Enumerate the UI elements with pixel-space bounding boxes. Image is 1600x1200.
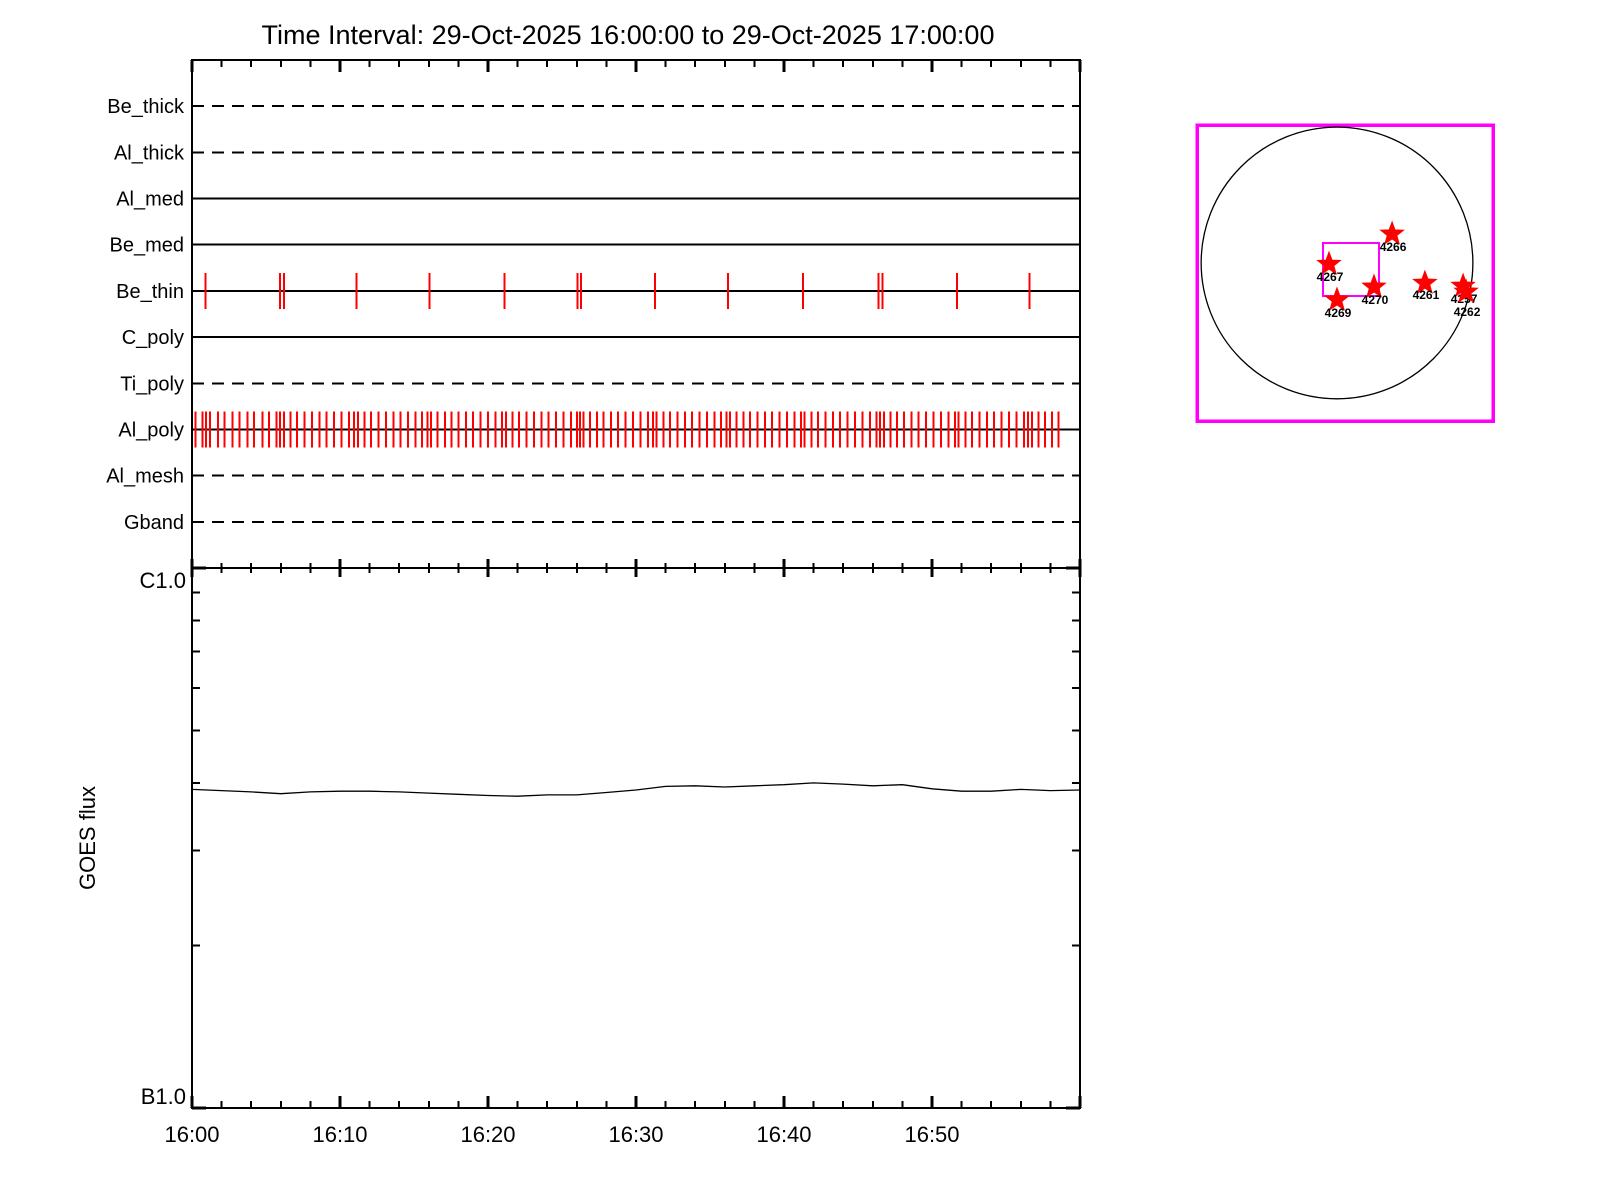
goes-ytick-top-label: C1.0 [140,568,186,593]
filter-label-C_poly: C_poly [122,327,184,349]
time-axis-labels: 16:00 16:10 16:20 16:30 16:40 16:50 [164,1122,959,1147]
filter-row-Al_thick: Al_thick [114,142,1080,164]
active-region-label-4262: 4262 [1454,305,1481,319]
filter-panel-top-axis-ticks [190,60,1082,72]
active-region-4266: 4266 [1379,220,1407,254]
filter-row-Be_thin: Be_thin [116,272,1080,309]
active-region-label-4269: 4269 [1325,306,1352,320]
x-tick-label-16:00: 16:00 [164,1122,219,1147]
filter-label-Al_thick: Al_thick [114,142,185,164]
filter-label-Ti_poly: Ti_poly [120,373,184,395]
filter-row-Al_poly: Al_poly [118,411,1080,448]
goes-axis-ticks [190,559,1082,1110]
x-tick-label-16:40: 16:40 [756,1122,811,1147]
x-tick-label-16:10: 16:10 [312,1122,367,1147]
filter-rows: Be_thick Al_thick Al_med Be_med Be_thin C_pol… [106,96,1080,534]
active-region-4269: 4269 [1324,286,1352,320]
filter-label-Al_mesh: Al_mesh [106,466,184,488]
goes-panel-border [191,567,1081,1109]
active-region-4261: 4261 [1412,269,1440,302]
filter-panel-border [191,59,1081,569]
filter-timeline-panel: Be_thick Al_thick Al_med Be_med Be_thin C_pol… [106,59,1082,569]
filter-label-Be_thin: Be_thin [116,281,184,303]
goes-ytick-bottom-label: B1.0 [141,1084,186,1109]
filter-label-Be_med: Be_med [110,235,185,257]
filter-label-Al_poly: Al_poly [118,419,184,441]
filter-row-C_poly: C_poly [122,327,1080,349]
filter-row-Ti_poly: Ti_poly [120,373,1080,395]
filter-label-Al_med: Al_med [116,189,184,211]
active-region-label-4267: 4267 [1317,270,1344,284]
filter-row-Be_med: Be_med [110,235,1080,257]
active-region-label-4270: 4270 [1362,293,1389,307]
x-tick-label-16:50: 16:50 [904,1122,959,1147]
filter-label-Gband: Gband [124,512,184,534]
filter-row-Al_med: Al_med [116,189,1080,211]
xrt-goes-timeline-figure: Time Interval: 29-Oct-2025 16:00:00 to 2… [75,20,1495,1147]
filter-row-Gband: Gband [124,512,1080,534]
solar-disk-map: 42664267427042694261 42574262 [1195,123,1495,423]
figure-stage: Time Interval: 29-Oct-2025 16:00:00 to 2… [0,0,1600,1200]
x-tick-label-16:20: 16:20 [460,1122,515,1147]
active-region-4270: 4270 [1361,273,1389,307]
filter-label-Be_thick: Be_thick [107,96,185,118]
active-region-4267: 4267 [1316,250,1344,284]
goes-y-axis-title: GOES flux [75,786,100,890]
filter-row-Al_mesh: Al_mesh [106,466,1080,488]
x-tick-label-16:30: 16:30 [608,1122,663,1147]
map-frame-box [1195,123,1495,423]
active-region-label-4266: 4266 [1380,240,1407,254]
goes-flux-panel: C1.0 B1.0 GOES flux 16:00 16:10 16:20 16:30… [75,559,1082,1147]
filter-row-Be_thick: Be_thick [107,96,1080,118]
goes-flux-line [191,782,1081,797]
active-region-label-4261: 4261 [1413,288,1440,302]
figure-title: Time Interval: 29-Oct-2025 16:00:00 to 2… [262,20,995,50]
